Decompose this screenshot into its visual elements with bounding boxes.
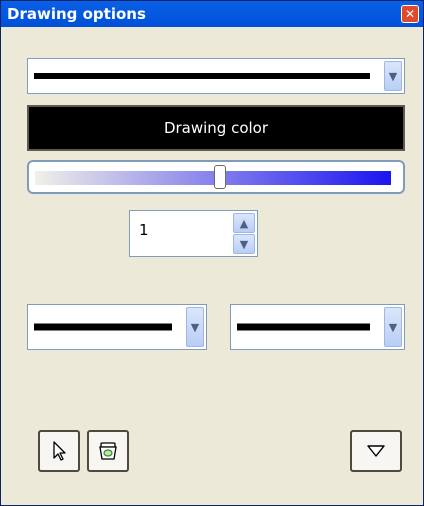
drawing-options-window: Drawing options ✕ ▼ Drawing color 1 ▲ ▼ …	[0, 0, 424, 506]
chevron-down-icon: ▼	[239, 237, 249, 251]
drawing-color-button[interactable]: Drawing color	[27, 105, 405, 151]
spin-down-button[interactable]: ▼	[233, 234, 255, 254]
eraser-icon	[99, 442, 117, 460]
line-sample-icon	[237, 323, 370, 331]
size-spinner[interactable]: 1 ▲ ▼	[129, 210, 258, 257]
close-button[interactable]: ✕	[401, 5, 419, 23]
pointer-tool-button[interactable]	[38, 430, 80, 472]
title-bar: Drawing options ✕	[1, 1, 423, 27]
start-line-select[interactable]: ▼	[27, 304, 207, 350]
line-width-dropdown-button[interactable]: ▼	[384, 61, 402, 91]
close-icon: ✕	[404, 7, 416, 21]
opacity-slider-track	[35, 171, 391, 185]
line-sample-icon	[34, 73, 370, 79]
line-width-select[interactable]: ▼	[27, 58, 405, 94]
end-line-select[interactable]: ▼	[230, 304, 405, 350]
chevron-down-icon: ▼	[388, 320, 398, 334]
chevron-down-icon: ▼	[388, 69, 398, 83]
triangle-down-icon	[367, 445, 385, 457]
window-title: Drawing options	[7, 5, 146, 23]
line-sample-icon	[34, 323, 172, 331]
opacity-slider-thumb[interactable]	[214, 165, 227, 189]
pointer-icon	[53, 441, 66, 461]
drawing-color-label: Drawing color	[163, 119, 269, 137]
chevron-up-icon: ▲	[239, 216, 249, 230]
start-line-dropdown-button[interactable]: ▼	[186, 307, 204, 347]
eraser-tool-button[interactable]	[87, 430, 129, 472]
spin-up-button[interactable]: ▲	[233, 213, 255, 233]
opacity-slider[interactable]	[27, 160, 405, 194]
chevron-down-icon: ▼	[190, 320, 200, 334]
collapse-button[interactable]	[350, 430, 402, 472]
size-value: 1	[139, 221, 149, 239]
end-line-dropdown-button[interactable]: ▼	[384, 307, 402, 347]
